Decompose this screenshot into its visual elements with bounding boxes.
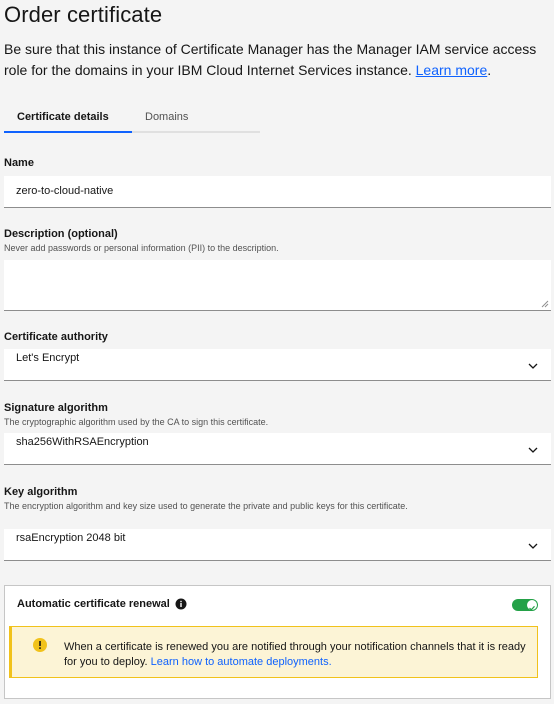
warning-icon: [33, 638, 47, 652]
renewal-label: Automatic certificate renewal: [17, 598, 170, 610]
signature-algorithm-helper: The cryptographic algorithm used by the …: [4, 417, 269, 427]
tab-certificate-details[interactable]: Certificate details: [4, 106, 132, 133]
chevron-down-icon: [528, 543, 538, 549]
warning-notification: When a certificate is renewed you are no…: [9, 626, 538, 678]
key-algorithm-value: rsaEncryption 2048 bit: [16, 532, 126, 544]
chevron-down-icon: [528, 447, 538, 453]
certificate-authority-label: Certificate authority: [4, 331, 108, 343]
signature-algorithm-select[interactable]: sha256WithRSAEncryption: [4, 433, 551, 465]
notice-text: When a certificate is renewed you are no…: [64, 640, 534, 670]
learn-more-link[interactable]: Learn more: [416, 62, 488, 78]
info-icon[interactable]: [175, 598, 187, 610]
certificate-authority-select[interactable]: Let's Encrypt: [4, 349, 551, 381]
description-label: Description (optional): [4, 228, 118, 240]
signature-algorithm-label: Signature algorithm: [4, 402, 108, 414]
toggle-knob: [527, 600, 537, 611]
key-algorithm-helper: The encryption algorithm and key size us…: [4, 501, 408, 511]
resize-handle-icon[interactable]: [541, 300, 549, 308]
chevron-down-icon: [528, 363, 538, 369]
description-helper: Never add passwords or personal informat…: [4, 243, 279, 253]
intro-suffix: .: [487, 62, 492, 78]
tab-domains[interactable]: Domains: [132, 106, 201, 133]
checkmark-icon: [529, 605, 535, 611]
signature-algorithm-value: sha256WithRSAEncryption: [16, 436, 149, 448]
renewal-panel: Automatic certificate renewal When a cer…: [4, 585, 551, 699]
page-title: Order certificate: [4, 2, 163, 27]
name-input[interactable]: zero-to-cloud-native: [4, 176, 551, 208]
tab-list: Certificate details Domains: [4, 106, 260, 133]
description-textarea[interactable]: [4, 260, 551, 311]
name-value: zero-to-cloud-native: [16, 185, 114, 197]
intro-text: Be sure that this instance of Certificat…: [4, 39, 549, 81]
certificate-authority-value: Let's Encrypt: [16, 352, 80, 364]
key-algorithm-label: Key algorithm: [4, 486, 78, 498]
name-label: Name: [4, 157, 34, 169]
renewal-toggle[interactable]: [512, 599, 538, 611]
key-algorithm-select[interactable]: rsaEncryption 2048 bit: [4, 529, 551, 561]
automate-deployments-link[interactable]: Learn how to automate deployments.: [151, 656, 332, 668]
